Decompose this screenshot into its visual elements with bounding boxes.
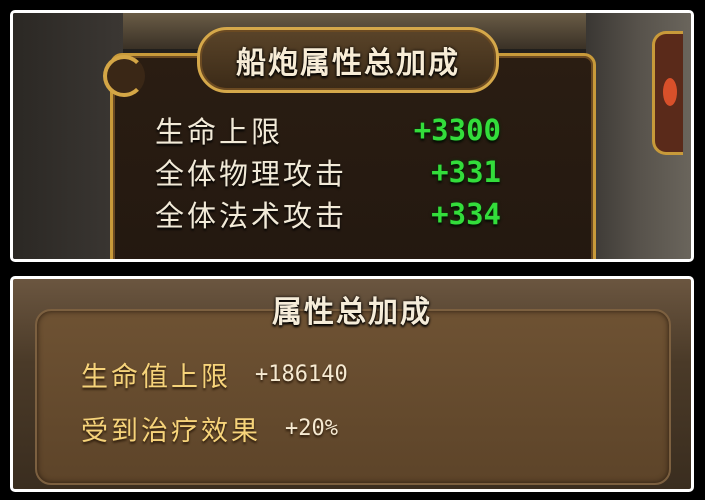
panel-title: 属性总加成 bbox=[272, 295, 432, 330]
stat-row: 生命上限 +3300 bbox=[155, 109, 501, 151]
stat-value: +3300 bbox=[413, 113, 501, 147]
stat-value: +186140 bbox=[255, 362, 348, 387]
stat-value: +20% bbox=[285, 416, 338, 441]
stat-label: 受到治疗效果 bbox=[81, 416, 261, 447]
stat-value: +334 bbox=[431, 197, 501, 231]
stat-row: 全体物理攻击 +331 bbox=[155, 151, 501, 193]
stat-label: 生命值上限 bbox=[81, 362, 231, 393]
side-ornament-icon bbox=[652, 31, 683, 155]
stat-row: 生命值上限 +186140 bbox=[81, 355, 348, 394]
panel-title: 船炮属性总加成 bbox=[236, 46, 460, 81]
stat-row: 受到治疗效果 +20% bbox=[81, 409, 338, 448]
stat-label: 全体法术攻击 bbox=[155, 199, 348, 233]
stats-board bbox=[35, 309, 671, 485]
stat-value: +331 bbox=[431, 155, 501, 189]
scroll-ornament-icon bbox=[103, 55, 145, 97]
cannon-bonus-panel: 船炮属性总加成 生命上限 +3300 全体物理攻击 +331 全体法术攻击 +3… bbox=[10, 10, 694, 262]
stat-label: 全体物理攻击 bbox=[155, 157, 348, 191]
stat-row: 全体法术攻击 +334 bbox=[155, 193, 501, 235]
title-plate: 船炮属性总加成 bbox=[197, 27, 499, 93]
attribute-bonus-panel: 属性总加成 生命值上限 +186140 受到治疗效果 +20% bbox=[10, 276, 694, 492]
background-left bbox=[13, 13, 123, 259]
stat-label: 生命上限 bbox=[155, 115, 284, 149]
